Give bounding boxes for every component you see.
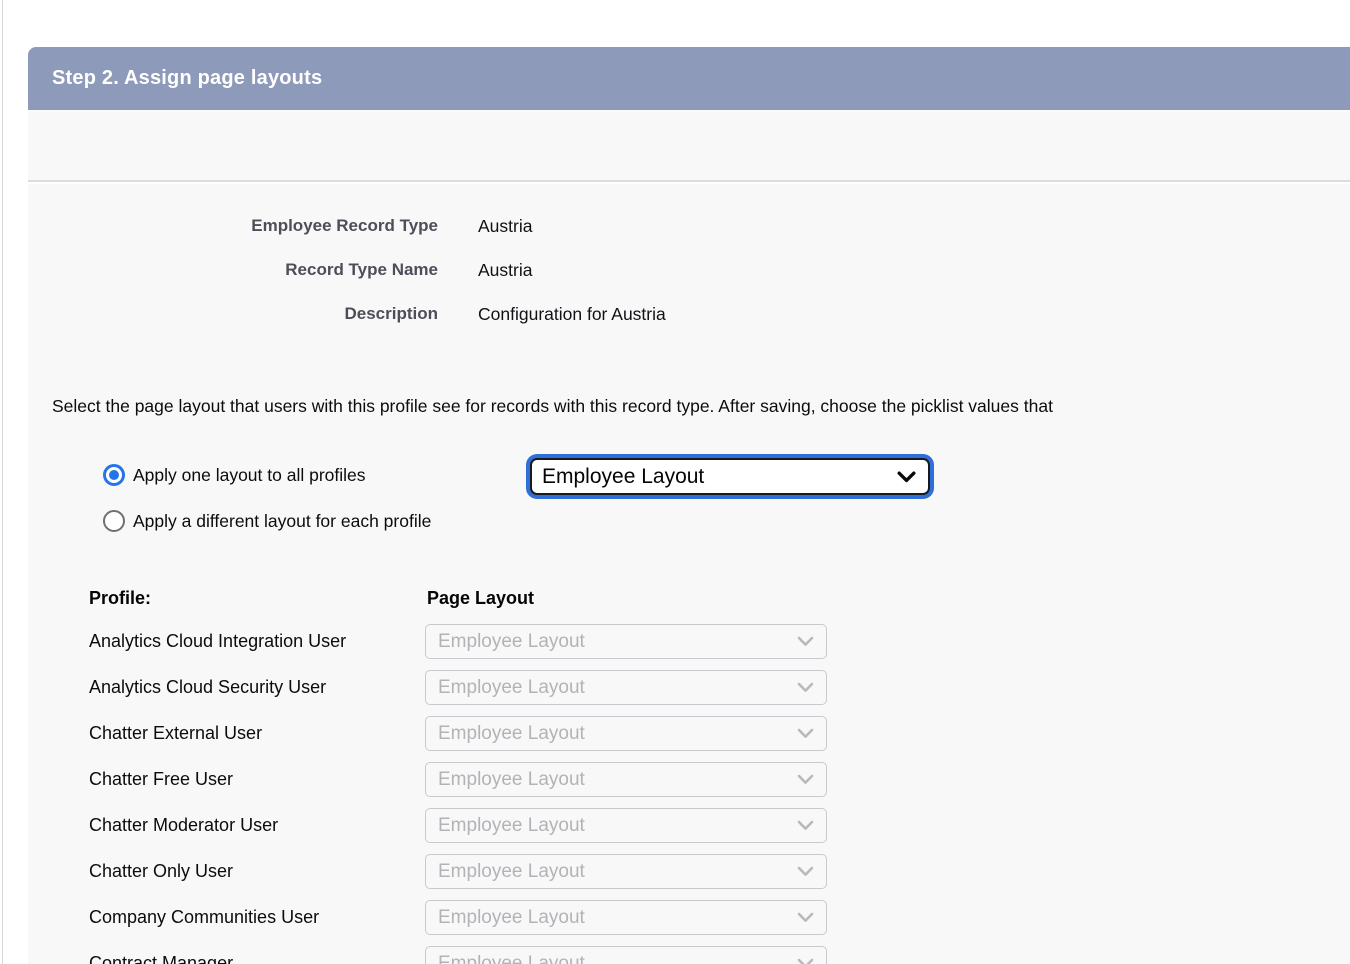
profile-name: Contract Manager — [89, 953, 425, 964]
panel-content: Employee Record Type Austria Record Type… — [28, 184, 1350, 964]
record-details: Employee Record Type Austria Record Type… — [28, 204, 666, 336]
chevron-down-icon — [897, 471, 916, 483]
profile-row: Chatter Moderator User Employee Layout — [89, 808, 827, 843]
toolbar-band — [28, 110, 1350, 182]
profile-name: Analytics Cloud Security User — [89, 677, 425, 698]
layout-value: Employee Layout — [438, 953, 585, 964]
layout-value: Employee Layout — [438, 677, 585, 699]
detail-value: Austria — [478, 216, 532, 237]
detail-row-record-type: Employee Record Type Austria — [28, 204, 666, 248]
layout-value: Employee Layout — [438, 631, 585, 653]
profile-name: Chatter Only User — [89, 861, 425, 882]
page-layout-select-disabled: Employee Layout — [425, 946, 827, 964]
profile-name: Chatter Free User — [89, 769, 425, 790]
page-layout-select-disabled: Employee Layout — [425, 762, 827, 797]
detail-label: Record Type Name — [28, 260, 438, 280]
page-layout-column-header: Page Layout — [427, 588, 534, 609]
page-layout-select-disabled: Employee Layout — [425, 716, 827, 751]
radio-option-apply-different-layout[interactable]: Apply a different layout for each profil… — [103, 509, 431, 533]
chevron-down-icon — [797, 866, 814, 877]
detail-row-description: Description Configuration for Austria — [28, 292, 666, 336]
detail-value: Configuration for Austria — [478, 304, 666, 325]
profile-row: Company Communities User Employee Layout — [89, 900, 827, 935]
profile-row: Analytics Cloud Integration User Employe… — [89, 624, 827, 659]
chevron-down-icon — [797, 682, 814, 693]
instruction-text: Select the page layout that users with t… — [52, 396, 1053, 417]
detail-label: Employee Record Type — [28, 216, 438, 236]
step-title: Step 2. Assign page layouts — [52, 67, 322, 90]
chevron-down-icon — [797, 912, 814, 923]
chevron-down-icon — [797, 728, 814, 739]
page-layout-select-disabled: Employee Layout — [425, 900, 827, 935]
selected-layout-value: Employee Layout — [542, 465, 704, 489]
page-layout-select-disabled: Employee Layout — [425, 854, 827, 889]
page-layout-select-disabled: Employee Layout — [425, 670, 827, 705]
layout-value: Employee Layout — [438, 907, 585, 929]
layout-value: Employee Layout — [438, 815, 585, 837]
profile-name: Company Communities User — [89, 907, 425, 928]
radio-label: Apply a different layout for each profil… — [133, 511, 431, 532]
profile-row: Chatter Free User Employee Layout — [89, 762, 827, 797]
step-header-bar: Step 2. Assign page layouts — [28, 47, 1350, 110]
chevron-down-icon — [797, 636, 814, 647]
page-layout-select-disabled: Employee Layout — [425, 808, 827, 843]
profile-row: Chatter Only User Employee Layout — [89, 854, 827, 889]
radio-option-apply-one-layout[interactable]: Apply one layout to all profiles — [103, 463, 366, 487]
layout-value: Employee Layout — [438, 769, 585, 791]
layout-value: Employee Layout — [438, 861, 585, 883]
chevron-down-icon — [797, 774, 814, 785]
profile-name: Analytics Cloud Integration User — [89, 631, 425, 652]
page-layout-master-select[interactable]: Employee Layout — [530, 458, 930, 495]
profile-name: Chatter External User — [89, 723, 425, 744]
layout-value: Employee Layout — [438, 723, 585, 745]
profile-row: Chatter External User Employee Layout — [89, 716, 827, 751]
profile-row: Contract Manager Employee Layout — [89, 946, 827, 964]
radio-selected-icon[interactable] — [103, 464, 125, 486]
radio-label: Apply one layout to all profiles — [133, 465, 366, 486]
page-layout-select-disabled: Employee Layout — [425, 624, 827, 659]
profile-column-header: Profile: — [89, 588, 151, 609]
left-border-line — [2, 0, 3, 964]
chevron-down-icon — [797, 958, 814, 964]
profile-row: Analytics Cloud Security User Employee L… — [89, 670, 827, 705]
detail-label: Description — [28, 304, 438, 324]
radio-unselected-icon[interactable] — [103, 510, 125, 532]
detail-value: Austria — [478, 260, 532, 281]
detail-row-record-type-name: Record Type Name Austria — [28, 248, 666, 292]
profile-name: Chatter Moderator User — [89, 815, 425, 836]
chevron-down-icon — [797, 820, 814, 831]
